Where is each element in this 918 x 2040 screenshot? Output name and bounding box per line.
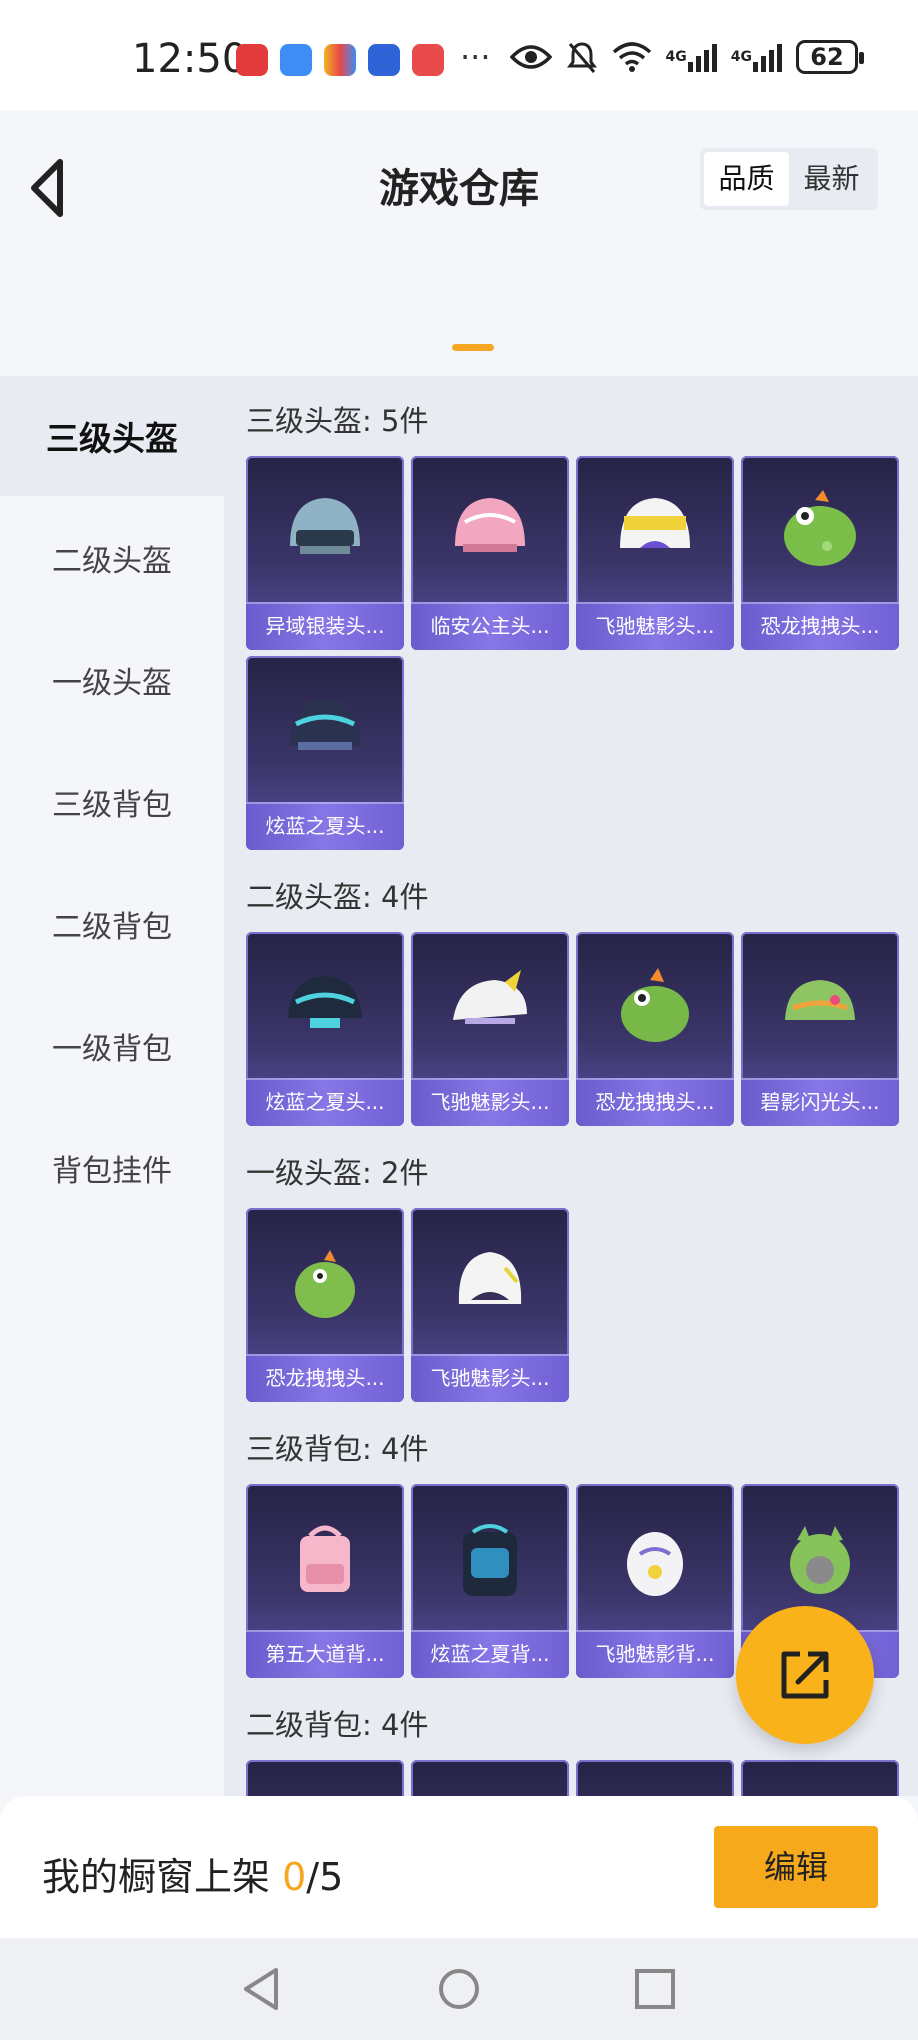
battery-icon: 62: [796, 40, 864, 74]
item-card[interactable]: 临安公主头...: [411, 456, 569, 650]
section-title: 一级头盔: 2件: [246, 1156, 429, 1190]
signal-icon: 4G: [731, 42, 782, 72]
dino-helmet-icon: [621, 968, 689, 1042]
helmet-icon: [453, 970, 527, 1024]
item-name: 飞驰魅影头...: [411, 1354, 569, 1402]
sidebar-item-level3-helmet[interactable]: 三级头盔: [0, 376, 224, 496]
item-name: 恐龙拽拽头...: [246, 1354, 404, 1402]
section-title: 三级头盔: 5件: [246, 404, 429, 438]
dino-helmet-icon: [784, 490, 856, 566]
status-time: 12:50: [132, 36, 248, 82]
helmet-icon: [458, 1252, 522, 1304]
sidebar-item-level1-helmet[interactable]: 一级头盔: [0, 620, 224, 740]
backpack-icon: [463, 1524, 517, 1596]
item-card[interactable]: 恐龙拽拽头...: [576, 932, 734, 1126]
showcase-count: 0: [282, 1855, 307, 1899]
item-card[interactable]: 飞驰魅影头...: [576, 456, 734, 650]
wifi-icon: [612, 42, 652, 72]
showcase-total: /5: [306, 1855, 344, 1899]
item-card[interactable]: 炫蓝之夏背...: [411, 1484, 569, 1678]
showcase-label: 我的橱窗上架: [42, 1855, 271, 1899]
backpack-icon: [300, 1525, 350, 1592]
section-title: 三级背包: 4件: [246, 1432, 429, 1466]
recents-nav-icon[interactable]: [630, 1964, 680, 2014]
share-icon: [781, 1651, 829, 1699]
eye-icon: [509, 43, 552, 71]
sort-toggle: 品质 最新: [700, 148, 878, 210]
huawei-app-icon: [236, 44, 268, 76]
sidebar-item-level2-backpack[interactable]: 二级背包: [0, 864, 224, 984]
section-title: 二级头盔: 4件: [246, 880, 429, 914]
notification-app-icons: [236, 44, 444, 76]
helmet-icon: [455, 498, 525, 552]
item-grid: 三级头盔: 5件 异域银装头... 临安公主头... 飞驰魅影头... 恐龙拽拽…: [224, 376, 918, 1796]
status-bar: 12:50 ··· 4G 4G 62: [0, 0, 918, 110]
item-card[interactable]: 炫蓝之夏头...: [246, 656, 404, 850]
item-card[interactable]: [576, 1760, 734, 1796]
item-card[interactable]: [246, 1760, 404, 1796]
tools-app-icon: [324, 44, 356, 76]
item-name: 飞驰魅影头...: [411, 1078, 569, 1126]
item-card[interactable]: 异域银装头...: [246, 456, 404, 650]
sidebar-item-level3-backpack[interactable]: 三级背包: [0, 742, 224, 862]
item-card[interactable]: [741, 1760, 899, 1796]
item-name: 异域银装头...: [246, 602, 404, 650]
item-name: 飞驰魅影背...: [576, 1630, 734, 1678]
header: 游戏仓库 品质 最新 时装162 枪械40 装备28 载具0 战备28: [0, 110, 918, 450]
item-card[interactable]: [411, 1760, 569, 1796]
helmet-icon: [620, 498, 690, 548]
item-name: 碧影闪光头...: [741, 1078, 899, 1126]
sidebar-item-backpack-charm[interactable]: 背包挂件: [0, 1108, 224, 1228]
item-name: 临安公主头...: [411, 602, 569, 650]
mute-icon: [566, 40, 598, 74]
edit-button[interactable]: 编辑: [714, 1826, 878, 1908]
item-name: 飞驰魅影头...: [576, 602, 734, 650]
backpack-icon: [790, 1526, 850, 1594]
section-title: 二级背包: 4件: [246, 1708, 429, 1742]
item-card[interactable]: 第五大道背...: [246, 1484, 404, 1678]
item-card[interactable]: 飞驰魅影头...: [411, 932, 569, 1126]
helmet-icon: [290, 698, 360, 750]
item-card[interactable]: 炫蓝之夏头...: [246, 932, 404, 1126]
item-name: 炫蓝之夏头...: [246, 1078, 404, 1126]
more-notifications: ···: [460, 38, 491, 76]
item-card[interactable]: 碧影闪光头...: [741, 932, 899, 1126]
item-name: 炫蓝之夏头...: [246, 802, 404, 850]
dino-helmet-icon: [295, 1250, 355, 1318]
sidebar-item-level2-helmet[interactable]: 二级头盔: [0, 498, 224, 618]
item-card[interactable]: 恐龙拽拽头...: [246, 1208, 404, 1402]
sort-option-quality[interactable]: 品质: [704, 152, 789, 206]
helmet-icon: [288, 976, 362, 1028]
item-name: 炫蓝之夏背...: [411, 1630, 569, 1678]
subcategory-sidebar: 三级头盔 二级头盔 一级头盔 三级背包 二级背包 一级背包 背包挂件: [0, 376, 224, 1796]
share-button[interactable]: [736, 1606, 874, 1744]
sidebar-item-level1-backpack[interactable]: 一级背包: [0, 986, 224, 1106]
helmet-icon: [290, 498, 360, 554]
signal-icon: 4G: [666, 42, 717, 72]
helmet-icon: [785, 980, 855, 1020]
showcase-bar: 我的橱窗上架 0/5 编辑: [0, 1796, 918, 1938]
backpack-icon: [627, 1532, 683, 1596]
active-tab-indicator: [452, 344, 494, 351]
sort-option-newest[interactable]: 最新: [789, 152, 874, 206]
showcase-status: 我的橱窗上架 0/5: [42, 1846, 343, 1901]
item-card[interactable]: 飞驰魅影背...: [576, 1484, 734, 1678]
chat-app-icon: [280, 44, 312, 76]
bulb-app-icon: [368, 44, 400, 76]
item-card[interactable]: 飞驰魅影头...: [411, 1208, 569, 1402]
item-name: 恐龙拽拽头...: [576, 1078, 734, 1126]
item-name: 恐龙拽拽头...: [741, 602, 899, 650]
item-name: 第五大道背...: [246, 1630, 404, 1678]
home-nav-icon[interactable]: [434, 1964, 484, 2014]
back-nav-icon[interactable]: [236, 1964, 286, 2014]
book-app-icon: [412, 44, 444, 76]
system-nav-bar: [0, 1938, 918, 2040]
item-card[interactable]: 恐龙拽拽头...: [741, 456, 899, 650]
